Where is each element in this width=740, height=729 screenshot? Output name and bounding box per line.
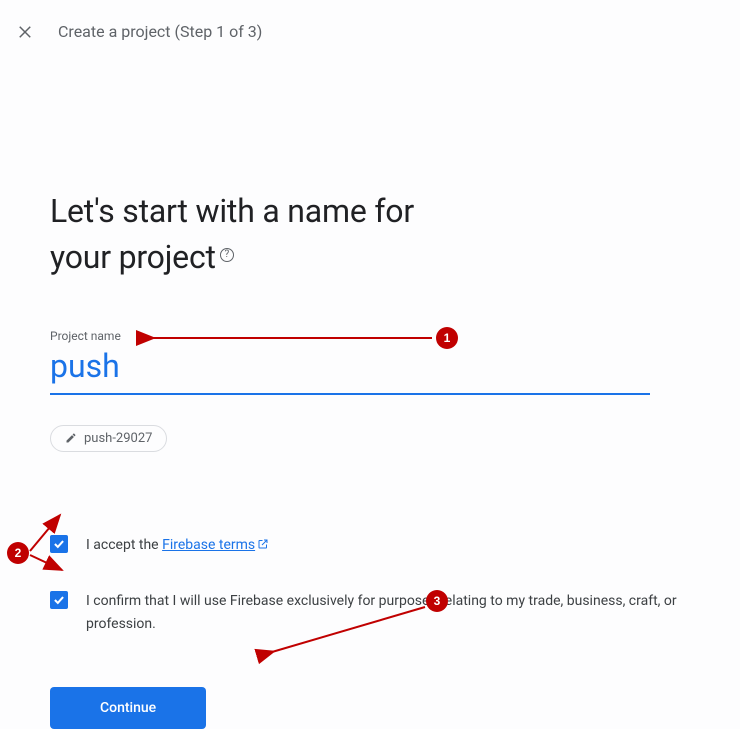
content-area: Let's start with a name for your project… xyxy=(0,188,740,729)
project-id-chip[interactable]: push-29027 xyxy=(50,425,167,452)
heading-line-2: your project xyxy=(50,238,216,276)
help-icon[interactable]: ? xyxy=(220,248,234,262)
page-title: Create a project (Step 1 of 3) xyxy=(58,22,262,41)
confirmation-checkbox[interactable] xyxy=(50,591,68,609)
confirmation-label: I confirm that I will use Firebase exclu… xyxy=(86,590,690,635)
continue-button[interactable]: Continue xyxy=(50,687,206,729)
pencil-icon xyxy=(65,432,77,444)
project-id-text: push-29027 xyxy=(84,431,152,446)
page-header: Create a project (Step 1 of 3) xyxy=(0,0,740,63)
project-name-input[interactable] xyxy=(50,347,650,395)
project-name-label: Project name xyxy=(50,329,690,343)
confirmation-row: I confirm that I will use Firebase exclu… xyxy=(50,590,690,635)
terms-checkbox[interactable] xyxy=(50,535,68,553)
main-heading: Let's start with a name for your project… xyxy=(50,188,690,281)
terms-label: I accept the Firebase terms xyxy=(86,534,269,556)
heading-line-1: Let's start with a name for xyxy=(50,192,414,230)
firebase-terms-link[interactable]: Firebase terms xyxy=(162,537,269,553)
close-icon[interactable] xyxy=(16,23,34,41)
external-link-icon xyxy=(257,538,269,550)
terms-prefix: I accept the xyxy=(86,537,162,553)
terms-row: I accept the Firebase terms xyxy=(50,534,690,556)
